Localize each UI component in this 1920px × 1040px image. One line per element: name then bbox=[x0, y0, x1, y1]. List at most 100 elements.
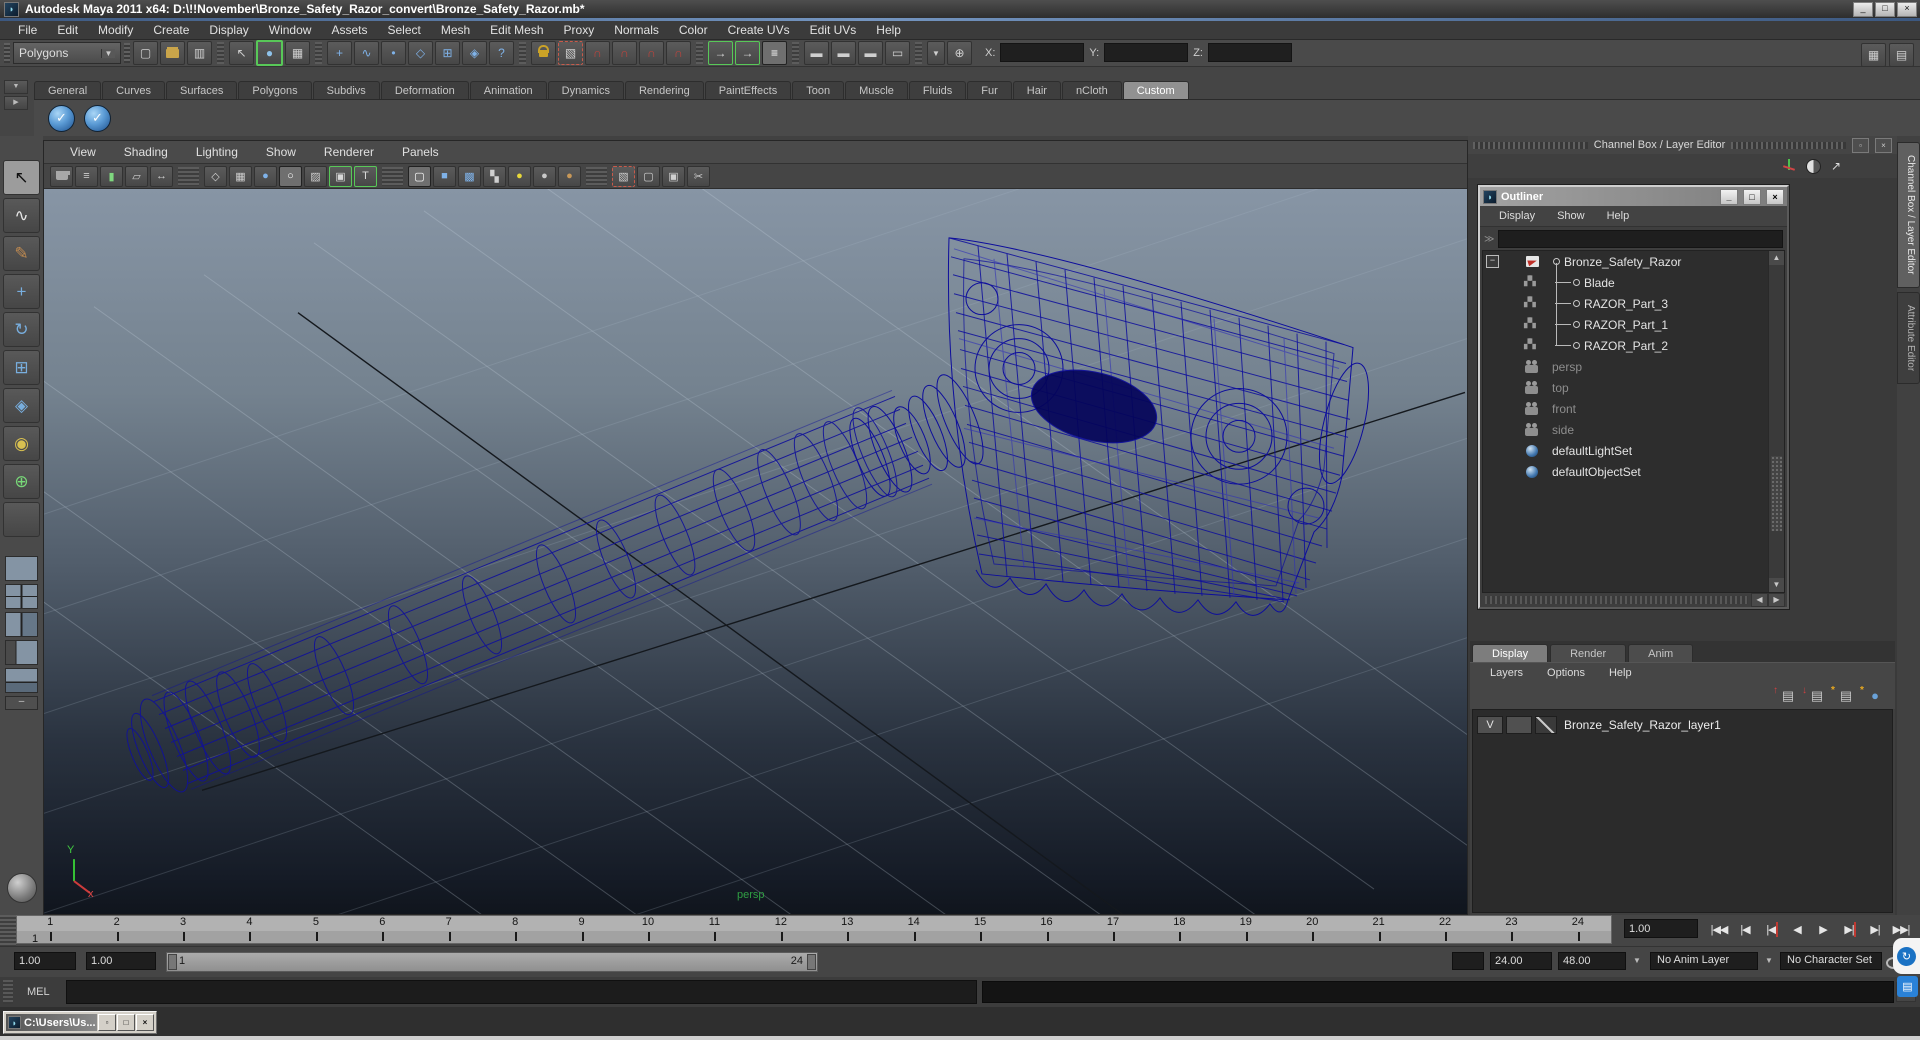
shelf-tab[interactable]: Muscle bbox=[845, 81, 908, 99]
outliner-item-defaultlightset[interactable]: − defaultLightSet bbox=[1483, 440, 1768, 461]
outliner-menu-item[interactable]: Help bbox=[1596, 210, 1641, 222]
layer-display-type-toggle[interactable] bbox=[1535, 716, 1557, 734]
open-scene-icon[interactable] bbox=[160, 41, 185, 65]
frame-cell[interactable]: 8 bbox=[482, 916, 548, 943]
frame-cell[interactable]: 12 bbox=[748, 916, 814, 943]
panel-menu-item[interactable]: View bbox=[56, 145, 110, 159]
animation-start-field[interactable] bbox=[14, 952, 76, 970]
lock-icon[interactable] bbox=[531, 41, 556, 65]
frame-cell[interactable]: 19 bbox=[1213, 916, 1279, 943]
select-object-mode-icon[interactable]: ● bbox=[256, 40, 283, 66]
pan-zoom-icon[interactable]: ↔ bbox=[150, 165, 173, 187]
snap-to-points-icon[interactable]: • bbox=[381, 41, 406, 65]
speed-state-icon[interactable] bbox=[1805, 158, 1821, 174]
outliner-item-defaultobjectset[interactable]: − defaultObjectSet bbox=[1483, 461, 1768, 482]
outliner-vertical-scrollbar[interactable]: ▲ ▼ bbox=[1768, 251, 1784, 592]
layout-persp-graph-button[interactable] bbox=[5, 668, 38, 693]
animation-end-field[interactable] bbox=[1558, 952, 1626, 970]
widget-tab[interactable]: ↻ bbox=[1893, 938, 1920, 974]
panel-toolbar-icon[interactable] bbox=[586, 166, 607, 186]
scroll-right-icon[interactable]: ▶ bbox=[1768, 593, 1785, 607]
frame-cell[interactable]: 6 bbox=[349, 916, 415, 943]
last-tool-slot[interactable] bbox=[3, 502, 40, 537]
shelf-check-button-2[interactable]: ✓ bbox=[84, 104, 111, 132]
group-grip[interactable] bbox=[124, 43, 130, 63]
selection-highlight-icon[interactable]: ▧ bbox=[612, 165, 635, 187]
highlight-selection-icon[interactable]: ▧ bbox=[558, 41, 583, 65]
menu-item[interactable]: Proxy bbox=[554, 23, 605, 37]
scroll-down-icon[interactable]: ▼ bbox=[1769, 578, 1784, 592]
frame-cell[interactable]: 11 bbox=[681, 916, 747, 943]
frame-cells[interactable]: 1 2 3 4 5 6 7 8 9 10 11 12 13 14 15 16 17 18 19 20 21 22 23 24 bbox=[16, 915, 1612, 944]
maximize-icon[interactable]: □ bbox=[117, 1014, 135, 1031]
commandline-grip[interactable] bbox=[3, 980, 13, 1004]
extra-field[interactable] bbox=[1452, 952, 1484, 970]
toolbar-icon[interactable] bbox=[519, 42, 526, 64]
shelf-tab[interactable]: Polygons bbox=[238, 81, 312, 99]
close-icon[interactable]: × bbox=[136, 1014, 154, 1031]
scrollbar-track[interactable] bbox=[1485, 596, 1748, 604]
shelf-tab[interactable]: PaintEffects bbox=[704, 81, 792, 99]
outliner-search-input[interactable] bbox=[1498, 230, 1783, 248]
shelf-tab[interactable]: Dynamics bbox=[547, 81, 624, 99]
select-camera-icon[interactable] bbox=[50, 165, 73, 187]
default-light-icon[interactable]: ● bbox=[508, 165, 531, 187]
go-to-start-button[interactable]: |◀◀ bbox=[1706, 918, 1732, 941]
menu-item[interactable]: Create UVs bbox=[718, 23, 800, 37]
quick-help-icon[interactable]: ? bbox=[489, 41, 514, 65]
step-forward-frame-button[interactable]: ▶| bbox=[1862, 918, 1888, 941]
render-view-icon[interactable]: ▬ bbox=[804, 41, 829, 65]
group-grip[interactable] bbox=[4, 43, 10, 63]
shelf-check-button-1[interactable]: ✓ bbox=[48, 104, 75, 132]
dropdown-icon[interactable]: ▼ bbox=[927, 41, 945, 65]
timebar-grip[interactable] bbox=[0, 915, 16, 946]
camera-attributes-icon[interactable]: ≡ bbox=[75, 165, 98, 187]
shelf-tab[interactable]: Hair bbox=[1012, 81, 1061, 99]
close-icon[interactable]: × bbox=[1875, 137, 1892, 153]
current-time-field[interactable] bbox=[1624, 919, 1698, 938]
pick-arrow-icon[interactable]: ↗ bbox=[1831, 159, 1841, 173]
chevron-down-icon[interactable]: ▼ bbox=[1762, 954, 1776, 968]
widget-panel-icon[interactable]: ▤ bbox=[1897, 976, 1918, 997]
frame-cell[interactable]: 5 bbox=[283, 916, 349, 943]
toggle-ui-elements-icon[interactable]: ▤ bbox=[1889, 43, 1914, 67]
snap-to-curves-icon[interactable]: ∿ bbox=[354, 41, 379, 65]
outliner-menu-item[interactable]: Show bbox=[1546, 210, 1596, 222]
frame-cell[interactable]: 14 bbox=[880, 916, 946, 943]
x-input[interactable] bbox=[1000, 43, 1085, 62]
step-forward-key-button[interactable]: ▶| bbox=[1836, 918, 1862, 941]
snap-to-planes-icon[interactable]: ◇ bbox=[408, 41, 433, 65]
make-live-icon[interactable]: ◈ bbox=[462, 41, 487, 65]
outliner-item-razor-part-1[interactable]: − RAZOR_Part_1 bbox=[1483, 314, 1768, 335]
restore-icon[interactable]: ▫ bbox=[98, 1014, 116, 1031]
frame-cell[interactable]: 13 bbox=[814, 916, 880, 943]
menu-item[interactable]: Mesh bbox=[431, 23, 480, 37]
outliner-item-side[interactable]: − side bbox=[1483, 419, 1768, 440]
manipulator-icon[interactable] bbox=[1782, 159, 1796, 173]
menu-item[interactable]: Edit UVs bbox=[800, 23, 867, 37]
select-component-mode-icon[interactable]: ▦ bbox=[285, 41, 310, 65]
paint-effects-icon[interactable] bbox=[6, 873, 37, 903]
maximize-button[interactable]: □ bbox=[1875, 1, 1895, 17]
shelf-tab[interactable]: Fur bbox=[967, 81, 1012, 99]
character-set-field[interactable]: No Character Set bbox=[1780, 952, 1882, 970]
render-settings-icon[interactable]: ▭ bbox=[885, 41, 910, 65]
shelf-tab[interactable]: Fluids bbox=[908, 81, 967, 99]
frame-cell[interactable]: 24 bbox=[1545, 916, 1611, 943]
frame-cell[interactable]: 3 bbox=[150, 916, 216, 943]
play-backward-button[interactable]: ◀ bbox=[1784, 918, 1810, 941]
shelf-tab[interactable]: Custom bbox=[1122, 81, 1189, 99]
frame-cell[interactable]: 10 bbox=[615, 916, 681, 943]
tab-display[interactable]: Display bbox=[1472, 644, 1549, 662]
outliner-menu-item[interactable]: Display bbox=[1488, 210, 1546, 222]
outliner-horizontal-scrollbar[interactable]: ◀ ▶ bbox=[1482, 593, 1785, 607]
frame-cell[interactable]: 16 bbox=[1013, 916, 1079, 943]
outliner-item-top[interactable]: − top bbox=[1483, 377, 1768, 398]
playback-start-field[interactable] bbox=[86, 952, 156, 970]
move-tool[interactable]: + bbox=[3, 274, 40, 309]
textured-mode-icon[interactable]: T bbox=[354, 165, 377, 187]
close-button[interactable]: × bbox=[1897, 1, 1917, 17]
panel-toolbar-icon[interactable] bbox=[382, 166, 403, 186]
side-tab-attribute-editor[interactable]: Attribute Editor bbox=[1897, 291, 1920, 384]
paint-select-tool[interactable]: ✎ bbox=[3, 236, 40, 271]
